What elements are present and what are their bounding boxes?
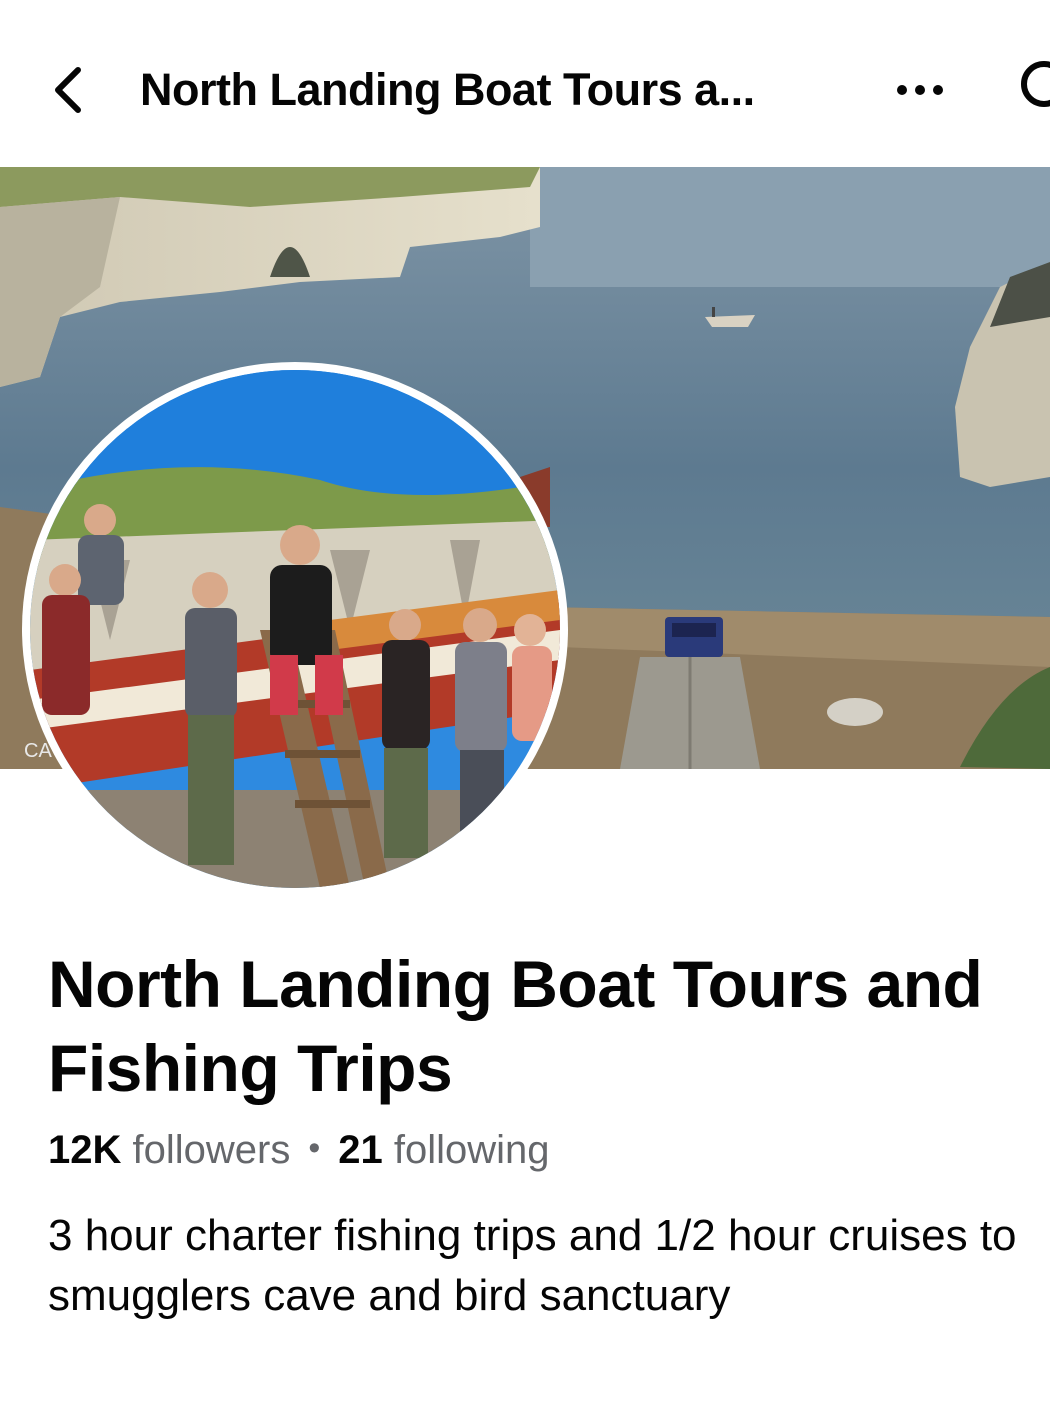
followers-link[interactable]: 12K followers [48, 1128, 290, 1172]
search-button[interactable] [1012, 56, 1050, 120]
search-icon [1021, 61, 1050, 107]
back-button[interactable] [44, 60, 104, 120]
followers-count: 12K [48, 1128, 122, 1172]
more-horizontal-icon [897, 85, 943, 95]
stats-separator: • [308, 1129, 321, 1167]
top-navigation-bar: North Landing Boat Tours a... [0, 0, 1050, 166]
following-count: 21 [338, 1128, 383, 1172]
follow-stats: 12K followers • 21 following [48, 1128, 550, 1173]
followers-label: followers [132, 1128, 291, 1172]
following-link[interactable]: 21 following [338, 1128, 549, 1172]
following-label: following [393, 1128, 550, 1172]
chevron-left-icon [55, 67, 81, 113]
profile-picture[interactable] [22, 362, 568, 896]
page-name: North Landing Boat Tours and Fishing Tri… [48, 947, 983, 1105]
page-bio: 3 hour charter fishing trips and 1/2 hou… [48, 1211, 1017, 1320]
header-title: North Landing Boat Tours a... [140, 64, 755, 115]
profile-photo-image [30, 370, 560, 888]
more-options-button[interactable] [890, 72, 950, 108]
